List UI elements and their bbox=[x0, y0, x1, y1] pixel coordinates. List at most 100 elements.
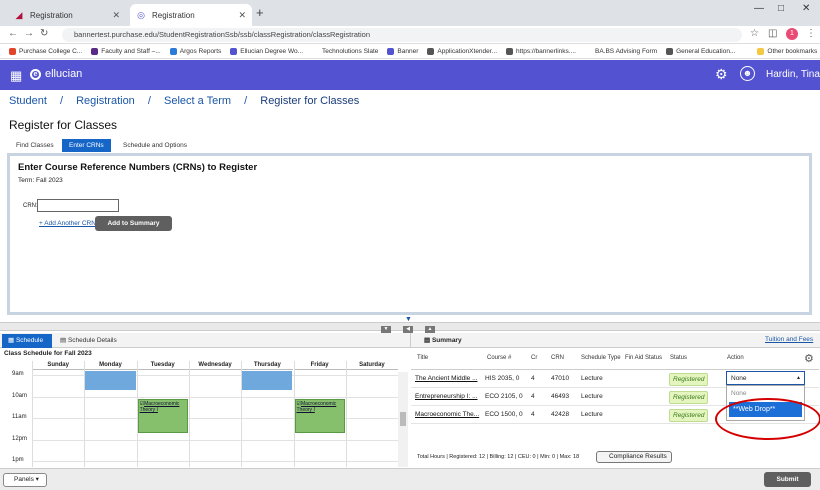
grid-line bbox=[32, 396, 398, 398]
scrollbar-thumb[interactable] bbox=[400, 412, 406, 426]
schedule-type: Lecture bbox=[581, 411, 603, 418]
column-header: Cr bbox=[531, 355, 538, 361]
folder-icon bbox=[757, 47, 765, 55]
term-label: Term: Fall 2023 bbox=[18, 177, 63, 184]
close-icon[interactable]: ✕ bbox=[112, 10, 120, 21]
chevron-down-icon[interactable]: ▼ bbox=[381, 326, 391, 333]
bookmark-item[interactable]: ApplicationXtender... bbox=[427, 47, 497, 55]
new-tab-icon[interactable]: + bbox=[256, 5, 264, 20]
maximize-icon[interactable]: □ bbox=[778, 3, 784, 14]
bookmark-item[interactable]: Technolutions Slate bbox=[312, 47, 378, 55]
course-title-link[interactable]: The Ancient Middle ... bbox=[415, 375, 478, 382]
minimize-icon[interactable]: — bbox=[754, 3, 764, 14]
chevron-down-icon: ▲ bbox=[796, 375, 801, 381]
breadcrumb-separator: / bbox=[244, 95, 248, 107]
submit-button[interactable]: Submit bbox=[764, 472, 811, 487]
day-header: Friday bbox=[293, 361, 346, 370]
column-header: Course # bbox=[487, 355, 512, 361]
back-icon[interactable]: ← bbox=[8, 28, 18, 39]
summary-title: ▤ Summary bbox=[424, 337, 462, 344]
course-title-link[interactable]: Macroeconomic The... bbox=[415, 411, 479, 418]
bookmark-item[interactable]: General Education... bbox=[666, 47, 735, 55]
schedule-type: Lecture bbox=[581, 393, 603, 400]
browser-tab-active[interactable]: ◎ Registration ✕ bbox=[130, 4, 252, 26]
other-bookmarks[interactable]: Other bookmarks bbox=[757, 47, 817, 55]
credits: 4 bbox=[531, 393, 535, 400]
bookmark-star-icon[interactable]: ☆ bbox=[750, 28, 759, 39]
annotation-circle bbox=[715, 398, 820, 440]
bookmark-icon bbox=[169, 47, 177, 55]
bookmark-item[interactable]: Argos Reports bbox=[169, 47, 221, 55]
crn-input[interactable] bbox=[37, 199, 119, 212]
bookmark-icon bbox=[91, 47, 99, 55]
tab-find-classes[interactable]: Find Classes bbox=[9, 139, 61, 152]
browser-tab[interactable]: ◢ Registration ✕ bbox=[8, 4, 126, 26]
chevron-left-icon[interactable]: ◀ bbox=[403, 326, 413, 333]
forward-icon[interactable]: → bbox=[24, 28, 34, 39]
course-title-link[interactable]: Entrepreneurship I: ... bbox=[415, 393, 478, 400]
chevron-up-icon[interactable]: ▲ bbox=[425, 326, 435, 333]
crn-label: CRN: bbox=[23, 203, 38, 209]
bookmark-item[interactable]: Purchase College C... bbox=[9, 47, 82, 55]
column-header: Fin Aid Status bbox=[625, 355, 663, 361]
panel-heading: Enter Course Reference Numbers (CRNs) to… bbox=[18, 162, 258, 173]
action-select[interactable]: None ▲ bbox=[726, 371, 805, 385]
class-block[interactable] bbox=[85, 371, 136, 390]
gear-icon[interactable]: ⚙ bbox=[804, 352, 814, 365]
user-name[interactable]: Hardin, Tina bbox=[766, 69, 820, 80]
column-header: Schedule Type bbox=[581, 355, 621, 361]
bookmarks-bar: Purchase College C... Faculty and Staff –… bbox=[0, 44, 820, 59]
compliance-results-button[interactable]: Compliance Results bbox=[596, 451, 672, 463]
tab-enter-crns[interactable]: Enter CRNs bbox=[62, 139, 111, 152]
day-header: Saturday bbox=[345, 361, 398, 370]
tab-schedule-options[interactable]: Schedule and Options bbox=[116, 139, 194, 152]
breadcrumb-select-term[interactable]: Select a Term bbox=[164, 95, 231, 107]
time-label: 10am bbox=[12, 392, 28, 399]
sidepanel-icon[interactable]: ◫ bbox=[768, 28, 777, 39]
tab-title: Registration bbox=[30, 10, 73, 20]
column-header: Status bbox=[670, 355, 688, 361]
panels-button[interactable]: Panels ▾ bbox=[3, 473, 47, 487]
bookmark-item[interactable]: Faculty and Staff –... bbox=[91, 47, 161, 55]
add-another-crn-link[interactable]: + Add Another CRN bbox=[39, 220, 96, 227]
tab-schedule[interactable]: ▦ Schedule bbox=[2, 334, 52, 348]
total-hours: Total Hours | Registered: 12 | Billing: … bbox=[417, 454, 580, 460]
credits: 4 bbox=[531, 411, 535, 418]
grid-line bbox=[32, 361, 33, 467]
reload-icon[interactable]: ↻ bbox=[40, 28, 48, 39]
time-label: 9am bbox=[12, 371, 24, 377]
bookmark-item[interactable]: Banner bbox=[387, 47, 418, 55]
schedule-scrollbar[interactable] bbox=[398, 372, 408, 467]
app-header: ▦ e ellucian ⚙ ☻ Hardin, Tina bbox=[0, 60, 820, 90]
window-close-icon[interactable]: ✕ bbox=[802, 3, 810, 14]
column-header: Action bbox=[727, 355, 744, 361]
page-title: Register for Classes bbox=[9, 118, 118, 132]
bookmark-icon bbox=[584, 47, 592, 55]
tab-schedule-details[interactable]: ▤ Schedule Details bbox=[60, 334, 117, 348]
url-field[interactable]: bannertest.purchase.edu/StudentRegistrat… bbox=[62, 28, 742, 42]
class-block[interactable] bbox=[242, 371, 293, 390]
bookmark-item[interactable]: Ellucian Degree Wo... bbox=[230, 47, 303, 55]
ellucian-logo: e ellucian bbox=[30, 68, 82, 80]
gear-icon[interactable]: ⚙ bbox=[715, 66, 728, 83]
course-number: HIS 2035, 0 bbox=[485, 375, 520, 382]
schedule-title: Class Schedule for Fall 2023 bbox=[4, 350, 92, 357]
option-none[interactable]: None bbox=[731, 390, 747, 397]
crn: 42428 bbox=[551, 411, 570, 418]
bookmark-icon bbox=[666, 47, 674, 55]
tuition-fees-link[interactable]: Tuition and Fees bbox=[765, 336, 813, 343]
menu-icon[interactable]: ⋮ bbox=[806, 28, 816, 39]
breadcrumb-student[interactable]: Student bbox=[9, 95, 47, 107]
bookmark-item[interactable]: https://bannerlinks.... bbox=[506, 47, 576, 55]
add-to-summary-button[interactable]: Add to Summary bbox=[95, 216, 172, 231]
profile-avatar[interactable]: 1 bbox=[786, 28, 798, 40]
grid-menu-icon[interactable]: ▦ bbox=[10, 68, 22, 84]
crn: 46493 bbox=[551, 393, 570, 400]
breadcrumb-registration[interactable]: Registration bbox=[76, 95, 135, 107]
user-icon[interactable]: ☻ bbox=[740, 66, 755, 81]
bookmark-item[interactable]: BA.BS Advising Form bbox=[584, 47, 657, 55]
close-icon[interactable]: ✕ bbox=[238, 10, 246, 21]
class-event[interactable]: ☑Macroeconomic Theory I bbox=[294, 399, 345, 433]
class-event[interactable]: ☑Macroeconomic Theory I bbox=[137, 399, 188, 433]
day-header: Monday bbox=[84, 361, 137, 370]
